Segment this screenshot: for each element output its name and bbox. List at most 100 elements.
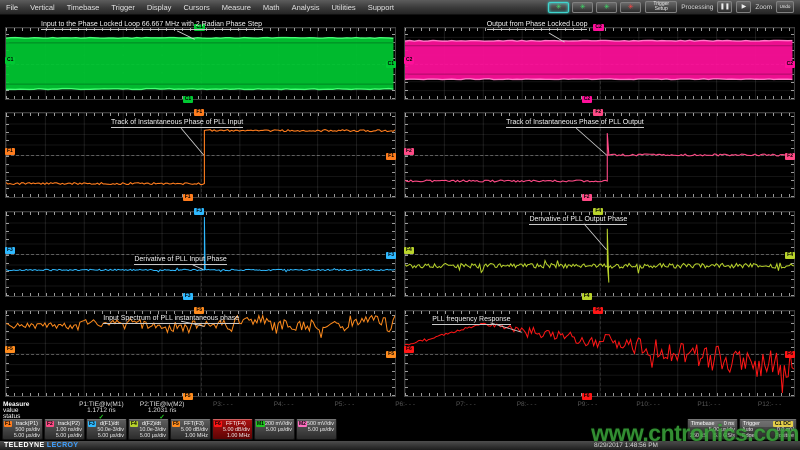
trace-tag-m1: M1	[256, 421, 265, 427]
measure-slot-p4[interactable]: P4:- - -	[253, 401, 314, 408]
app-icons: ✳✳✳✳	[548, 2, 641, 13]
menu-vertical[interactable]: Vertical	[30, 3, 55, 12]
menu-cursors[interactable]: Cursors	[183, 3, 209, 12]
measure-slot-p6[interactable]: P6:- - -	[375, 401, 436, 408]
channel-descriptor-m2[interactable]: M2500 mV/div5.00 μs/div	[296, 419, 337, 440]
trace-tag-f4: F4	[130, 421, 138, 427]
grid-panel-f4-derivative: Derivative of PLL Output Phase F4F4F4F4	[404, 211, 795, 297]
measure-slot-p9[interactable]: P9:- - -	[557, 401, 618, 408]
analysis-app-4-icon[interactable]: ✳	[620, 2, 641, 13]
trace-time-marker-bottom: F1	[183, 194, 193, 201]
trace-offset-marker-left: F6	[404, 346, 414, 353]
trace-time-marker-top: F3	[194, 208, 204, 215]
channel-descriptor-f3[interactable]: F3d(F1)/dt50.0e-3/div5.00 μs/div	[86, 419, 127, 440]
trace-offset-marker-left: F5	[5, 346, 15, 353]
descriptor-scale-2: 1.00 MHz	[215, 433, 250, 439]
timebase-record-length: 250 kS	[690, 433, 707, 439]
measure-slot-p8[interactable]: P8:- - -	[496, 401, 557, 408]
trace-time-marker-bottom: C1	[183, 96, 193, 103]
trace-callout-c1: Input to the Phase Locked Loop 66.667 MH…	[41, 21, 262, 30]
trace-offset-marker-right: C2	[785, 61, 795, 68]
toolbar: ✳✳✳✳ Trigger Setup Processing ❚❚ ▶ Zoom …	[548, 1, 794, 13]
trace-offset-marker-right: F3	[386, 252, 396, 259]
trace-time-marker-top: F5	[194, 307, 204, 314]
trace-tag-m2: M2	[298, 421, 307, 427]
trace-time-marker-top: F6	[593, 307, 603, 314]
channel-descriptor-m1[interactable]: M1200 mV/div5.00 μs/div	[254, 419, 295, 440]
menu-support[interactable]: Support	[368, 3, 394, 12]
trace-offset-marker-right: F4	[785, 252, 795, 259]
status-bar: TELEDYNE LECROY 8/29/2017 1:48:56 PM	[0, 441, 800, 450]
trace-callout-f3: Derivative of PLL Input Phase	[134, 256, 226, 265]
play-button[interactable]: ▶	[736, 1, 751, 13]
trace-offset-marker-right: F6	[785, 351, 795, 358]
waveform-c1	[6, 28, 395, 99]
trace-time-marker-bottom: F6	[582, 393, 592, 400]
trace-time-marker-bottom: F3	[183, 293, 193, 300]
trace-time-marker-top: C2	[593, 24, 603, 31]
descriptor-scale-2: 5.00 μs/div	[47, 433, 82, 439]
measure-slot-p5[interactable]: P5:- - -	[314, 401, 375, 408]
brand-lecroy: LECROY	[47, 442, 79, 449]
trace-time-marker-top: F2	[593, 109, 603, 116]
menu-analysis[interactable]: Analysis	[292, 3, 320, 12]
measure-slot-p3[interactable]: P3:- - -	[193, 401, 254, 408]
pause-button[interactable]: ❚❚	[717, 1, 732, 13]
channel-descriptor-f5[interactable]: F5FFT(F3)5.00 dB/div1.00 MHz	[170, 419, 211, 440]
menu-trigger[interactable]: Trigger	[111, 3, 134, 12]
trace-offset-marker-left: C1	[5, 57, 15, 64]
analysis-app-3-icon[interactable]: ✳	[596, 2, 617, 13]
grid-panel-f3-derivative: Derivative of PLL Input Phase F3F3F3F3	[5, 211, 396, 297]
channel-descriptor-f6[interactable]: F6FFT(F4)5.00 dB/div1.00 MHz	[212, 419, 253, 440]
measure-table: MeasureP1:TIE@lv(M1)P2:TIE@lv(M2)P3:- - …	[0, 402, 800, 419]
trace-time-marker-bottom: F4	[582, 293, 592, 300]
measure-slot-p7[interactable]: P7:- - -	[436, 401, 497, 408]
brand-teledyne: TELEDYNE	[4, 442, 45, 449]
trace-tag-f2: F2	[46, 421, 54, 427]
trace-offset-marker-right: F1	[386, 153, 396, 160]
measure-slot-p11[interactable]: P11:- - -	[679, 401, 740, 408]
grid-panel-c1-input: Input to the Phase Locked Loop 66.667 MH…	[5, 27, 396, 100]
trace-offset-marker-left: F1	[5, 148, 15, 155]
trace-offset-marker-left: C2	[404, 57, 414, 64]
trace-callout-f1: Track of Instantaneous Phase of PLL Inpu…	[111, 119, 243, 128]
analysis-app-2-icon[interactable]: ✳	[572, 2, 593, 13]
clock: 8/29/2017 1:48:56 PM	[594, 442, 658, 449]
analysis-app-1-icon[interactable]: ✳	[548, 2, 569, 13]
trace-callout-f2: Track of Instantaneous Phase of PLL Outp…	[506, 119, 644, 128]
channel-descriptor-f1[interactable]: F1track(P1)500 ps/div5.00 μs/div	[2, 419, 43, 440]
trace-offset-marker-right: F2	[785, 153, 795, 160]
timebase-sample-rate: 5.0 GS/s	[714, 433, 735, 439]
menu-items: File Vertical Timebase Trigger Display Cursor…	[6, 3, 394, 12]
channel-descriptor-f4[interactable]: F4d(F2)/dt10.0e-3/div5.00 μs/div	[128, 419, 169, 440]
trigger-type: Edge	[742, 433, 755, 439]
channel-descriptor-f2[interactable]: F2track(P2)1.00 ns/div5.00 μs/div	[44, 419, 85, 440]
trace-time-marker-bottom: F5	[183, 393, 193, 400]
processing-status: Processing	[681, 4, 713, 11]
trace-offset-marker-right: F5	[386, 351, 396, 358]
descriptor-strip: F1track(P1)500 ps/div5.00 μs/divF2track(…	[2, 419, 337, 440]
menu-utilities[interactable]: Utilities	[332, 3, 356, 12]
descriptor-scale-2: 5.00 μs/div	[131, 433, 166, 439]
measure-slot-p10[interactable]: P10:- - -	[618, 401, 679, 408]
descriptor-scale-2: 5.00 μs/div	[257, 427, 292, 433]
undo-button[interactable]: Undo	[776, 1, 794, 13]
trace-tag-f1: F1	[4, 421, 12, 427]
menu-math[interactable]: Math	[263, 3, 280, 12]
grid-panel-f1-track: Track of Instantaneous Phase of PLL Inpu…	[5, 112, 396, 198]
menu-measure[interactable]: Measure	[222, 3, 251, 12]
timebase-descriptor[interactable]: Timebase 0 ns 5.00 μs/div 250 kS 5.0 GS/…	[687, 419, 738, 440]
descriptor-scale-2: 5.00 μs/div	[299, 427, 334, 433]
trace-time-marker-top: F1	[194, 109, 204, 116]
trigger-descriptor[interactable]: Trigger C1 DC Auto 0.0 mV Edge Positive	[739, 419, 797, 440]
trigger-setup-button[interactable]: Trigger Setup	[645, 1, 677, 13]
trace-tag-f6: F6	[214, 421, 222, 427]
trigger-setup-label-2: Setup	[655, 7, 668, 13]
menu-display[interactable]: Display	[147, 3, 172, 12]
menu-timebase[interactable]: Timebase	[67, 3, 100, 12]
grid-panel-c2-output: Output from Phase Locked Loop C2C2C2C2	[404, 27, 795, 100]
measure-slot-p12[interactable]: P12:- - -	[739, 401, 800, 408]
grid-panel-f5-spectrum: Input Spectrum of PLL instantaneous phas…	[5, 310, 396, 397]
menu-file[interactable]: File	[6, 3, 18, 12]
trace-offset-marker-right: C1	[386, 61, 396, 68]
